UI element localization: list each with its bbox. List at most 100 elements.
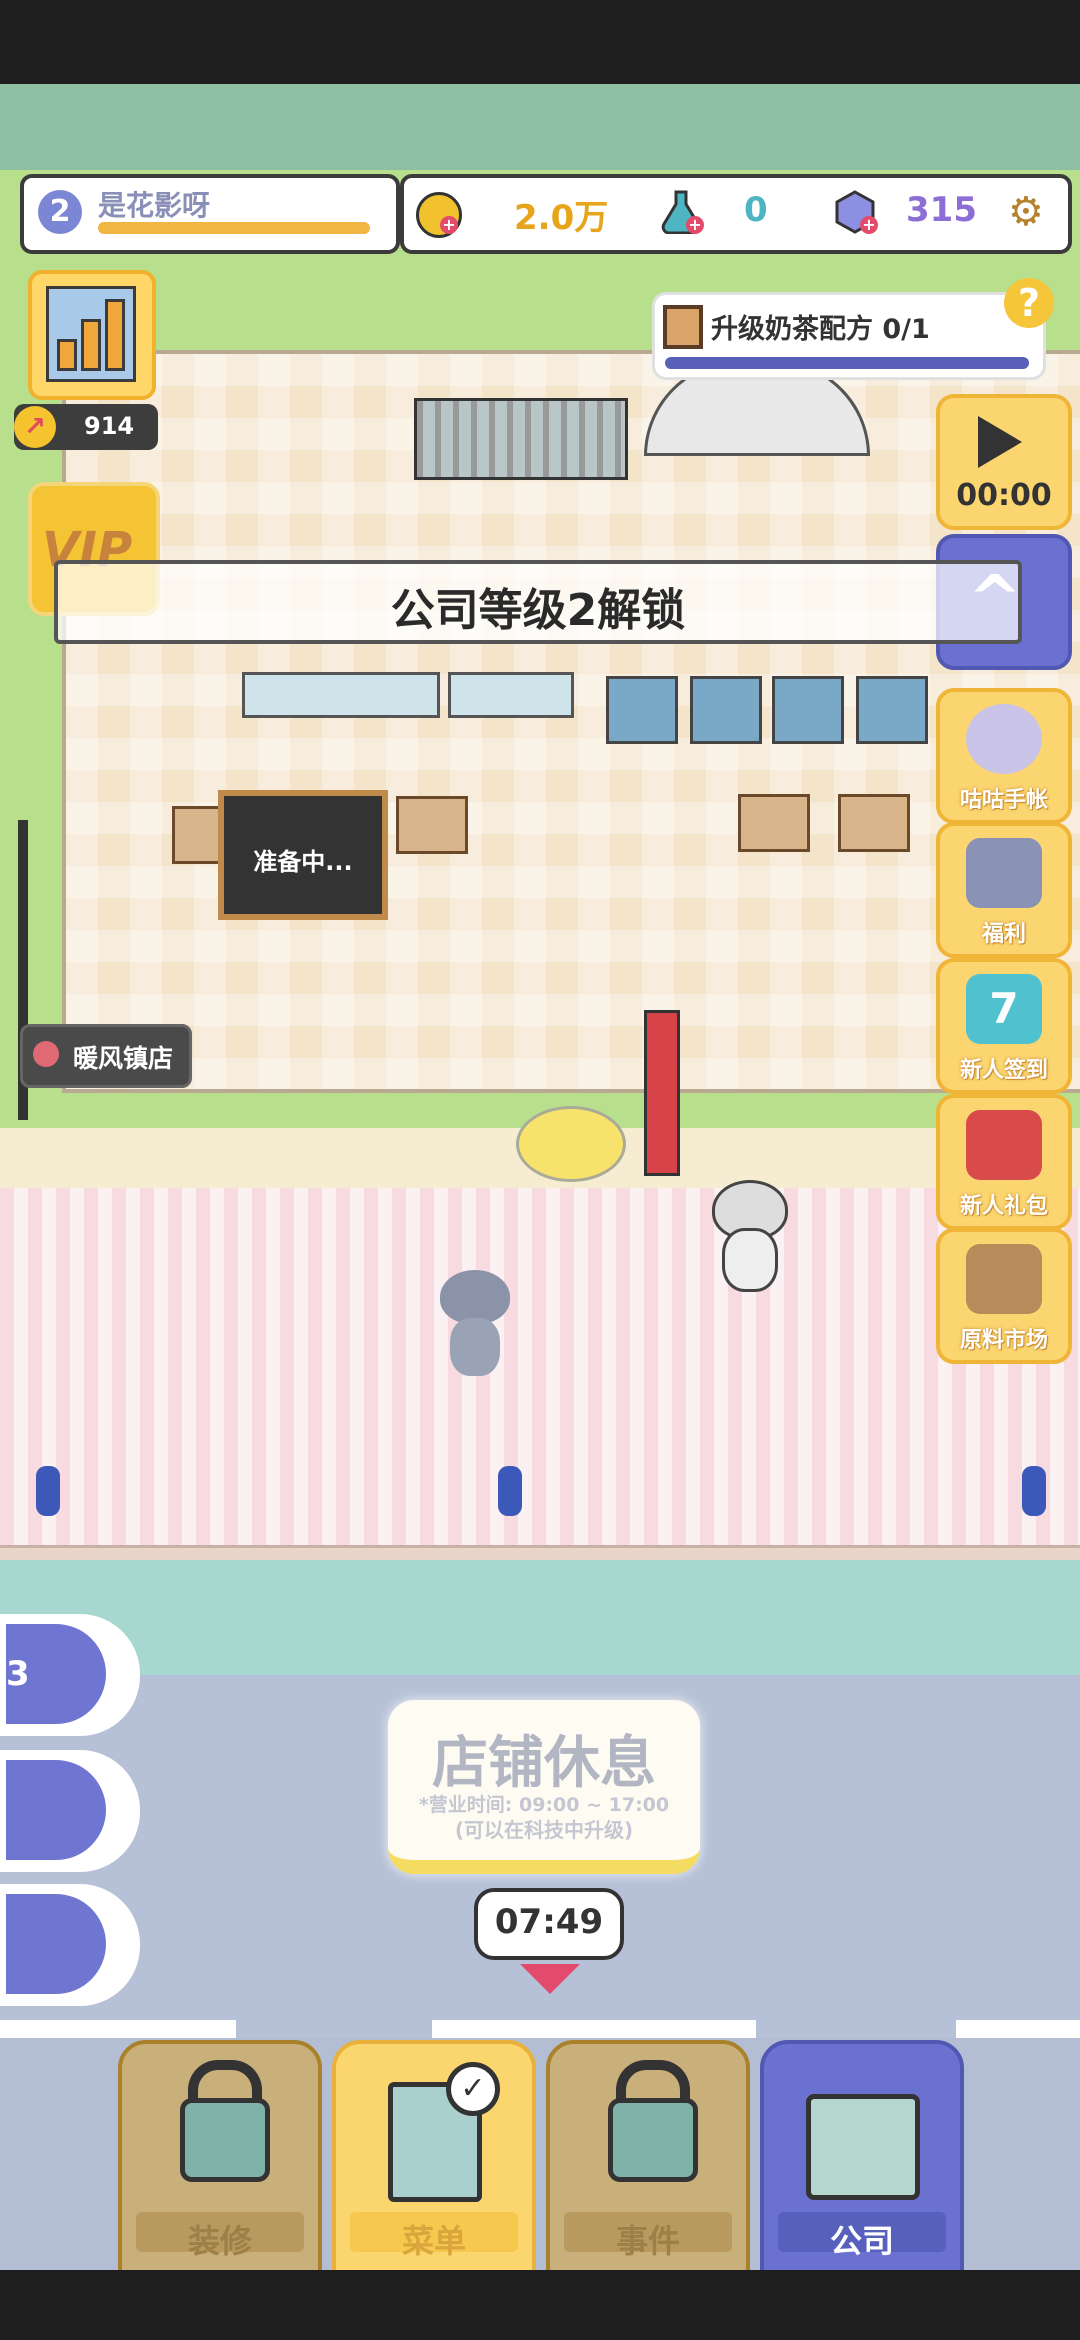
cardboard-box[interactable]: [838, 794, 910, 852]
display-case-icon: [6, 1894, 106, 1994]
bollard: [1022, 1466, 1046, 1516]
fax-machine-icon: [806, 2094, 920, 2200]
display-tool-button[interactable]: [0, 1884, 140, 2006]
potion-count: 0: [744, 190, 768, 230]
cat-head: [440, 1270, 510, 1324]
unlock-banner-text: 公司等级2解锁: [390, 585, 686, 636]
unlock-banner: 公司等级2解锁: [54, 560, 1022, 644]
bollard: [498, 1466, 522, 1516]
bollard: [36, 1466, 60, 1516]
market-button[interactable]: 原料市场: [936, 1228, 1072, 1364]
cabinet[interactable]: [606, 676, 678, 744]
tab-menu[interactable]: ✓ 菜单: [332, 2040, 536, 2282]
business-hours: *营业时间: 09:00 ~ 17:00: [418, 1794, 670, 1816]
gift-pack-label: 新人礼包: [959, 1194, 1048, 1219]
xp-progress-bar: [98, 222, 370, 234]
checkin-button[interactable]: 7 新人签到: [936, 958, 1072, 1094]
welfare-button[interactable]: 福利: [936, 822, 1072, 958]
cabinet[interactable]: [690, 676, 762, 744]
bar-chart-icon: [46, 286, 136, 382]
search-count: 3: [6, 1654, 30, 1694]
tab-label: 事件: [615, 2222, 680, 2260]
journal-button[interactable]: 咕咕手帐: [936, 688, 1072, 824]
bar-icon-part: [105, 299, 125, 371]
cabinet[interactable]: [856, 676, 928, 744]
lock-icon-body: [608, 2098, 698, 2182]
market-label: 原料市场: [959, 1328, 1048, 1353]
sleeping-cat-cushion[interactable]: [516, 1106, 626, 1182]
checkin-label: 新人签到: [959, 1058, 1048, 1083]
journal-label: 咕咕手帐: [959, 788, 1048, 813]
settings-gear-icon[interactable]: ⚙: [1008, 192, 1044, 232]
store-sign[interactable]: 暖风镇店: [20, 1024, 192, 1088]
shop-closed-panel[interactable]: 店铺休息 *营业时间: 09:00 ~ 17:00 (可以在科技中升级): [388, 1700, 700, 1874]
search-tool-button[interactable]: 3: [0, 1614, 140, 1736]
welfare-label: 福利: [981, 922, 1026, 947]
gem-count: 315: [906, 190, 977, 230]
lock-icon-body: [180, 2098, 270, 2182]
ghost-cat-icon: [966, 704, 1042, 774]
trend-up-icon: ↗: [14, 406, 56, 448]
counter-table[interactable]: [242, 672, 440, 718]
market-box-icon: [966, 1244, 1042, 1314]
cat-red-envelope-icon: [966, 838, 1042, 908]
road-line: [0, 2020, 236, 2038]
cow-cat-customer[interactable]: [712, 1180, 788, 1292]
tree-backdrop: [0, 84, 1080, 174]
cardboard-box[interactable]: [396, 796, 468, 854]
cat-customer[interactable]: [440, 1270, 510, 1380]
stats-button[interactable]: [28, 270, 156, 400]
tab-decoration[interactable]: 装修: [118, 2040, 322, 2282]
bar-icon-part: [57, 339, 77, 371]
popularity-badge[interactable]: ↗ 914: [14, 404, 158, 450]
cabinet[interactable]: [772, 676, 844, 744]
gift-pack-button[interactable]: 新人礼包: [936, 1094, 1072, 1230]
add-gems-button[interactable]: +: [860, 216, 878, 234]
cardboard-box[interactable]: [738, 794, 810, 852]
coin-count: 2.0万: [514, 198, 609, 238]
tab-company[interactable]: 公司: [760, 2040, 964, 2282]
clock-pointer-icon: [520, 1964, 580, 1994]
road-line: [956, 2020, 1080, 2038]
quest-frame-icon: [663, 305, 703, 349]
game-clock: 07:49: [474, 1888, 624, 1960]
play-icon: [978, 416, 1022, 468]
store-gem-icon: [33, 1041, 59, 1067]
help-icon[interactable]: ?: [1004, 278, 1054, 328]
board-text: 准备中...: [253, 848, 353, 876]
checkmark-icon: ✓: [446, 2062, 500, 2116]
cat-body: [722, 1228, 778, 1292]
quest-text: 升级奶茶配方 0/1: [711, 314, 930, 345]
tab-label: 装修: [187, 2222, 252, 2260]
preparing-board: 准备中...: [218, 790, 388, 920]
cup-icon: [6, 1760, 106, 1860]
gift-icon: [966, 1110, 1042, 1180]
add-coins-button[interactable]: +: [440, 216, 458, 234]
tab-label: 菜单: [401, 2222, 466, 2260]
tab-label: 公司: [829, 2222, 894, 2260]
canal: [0, 1560, 1080, 1675]
road-line: [432, 2020, 756, 2038]
bar-icon-part: [81, 319, 101, 371]
shop-closed-title: 店铺休息: [432, 1731, 656, 1796]
add-potion-button[interactable]: +: [686, 216, 704, 234]
resource-panel: + 2.0万 + 0 + 315 ⚙: [400, 174, 1072, 254]
status-bar-top: [0, 0, 1080, 84]
upgrade-hint: (可以在科技中升级): [454, 1818, 634, 1842]
quest-progress-bar: [665, 357, 1029, 369]
player-name: 是花影呀: [98, 189, 211, 222]
player-panel[interactable]: 2 是花影呀: [20, 174, 400, 254]
nav-bar-bottom: [0, 2270, 1080, 2340]
counter-table[interactable]: [448, 672, 574, 718]
street-area: [0, 1188, 1080, 1548]
clock-time: 07:49: [494, 1902, 604, 1942]
drink-stall[interactable]: [414, 398, 628, 480]
popularity-value: 914: [84, 412, 135, 440]
quest-tracker[interactable]: 升级奶茶配方 0/1: [652, 292, 1046, 380]
tab-events[interactable]: 事件: [546, 2040, 750, 2282]
ad-timer: 00:00: [956, 478, 1052, 513]
calendar-icon: 7: [966, 974, 1042, 1044]
cup-tool-button[interactable]: [0, 1750, 140, 1872]
level-badge: 2: [38, 190, 82, 234]
watch-ad-button[interactable]: 00:00: [936, 394, 1072, 530]
